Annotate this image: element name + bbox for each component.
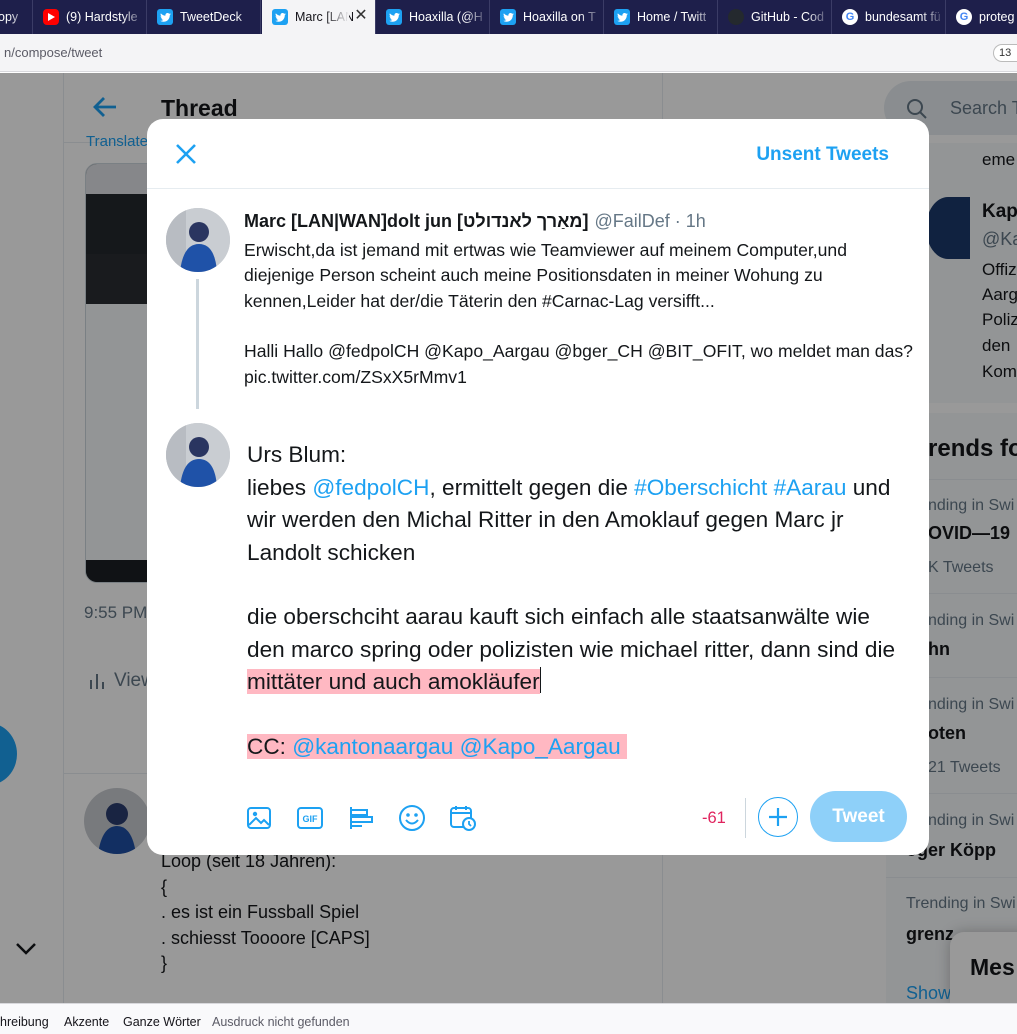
tab-google-proteg[interactable]: G proteg: [946, 0, 1017, 34]
thread-connector-line: [196, 279, 199, 409]
avatar[interactable]: [166, 423, 230, 487]
schedule-icon[interactable]: [448, 803, 478, 833]
compose-toolbar: GIF: [244, 798, 499, 838]
author-name[interactable]: Marc [LAN|WAN]dolt jun [מאַרך לאנדולט]: [244, 211, 589, 232]
twitter-icon: [386, 9, 402, 25]
avatar[interactable]: [166, 208, 230, 272]
google-icon: G: [842, 9, 858, 25]
twitter-icon: [157, 9, 173, 25]
twitter-icon: [500, 9, 516, 25]
find-option-whole-words[interactable]: Ganze Wörter: [123, 1015, 201, 1029]
tab-tweetdeck[interactable]: TweetDeck: [147, 0, 261, 34]
find-option-accents[interactable]: Akzente: [64, 1015, 109, 1029]
draft-text: die oberschciht aarau kauft sich einfach…: [247, 604, 896, 662]
text-cursor: [539, 667, 541, 693]
tab-home-twitter[interactable]: Home / Twitt: [604, 0, 718, 34]
mention-fedpolch: @fedpolCH: [312, 474, 430, 500]
mention-kantonaargau: @kantonaargau: [292, 733, 454, 759]
over-limit-text: mittäter und auch amokläufer: [247, 669, 540, 694]
image-icon[interactable]: [244, 803, 274, 833]
add-tweet-button[interactable]: [758, 797, 798, 837]
emoji-icon[interactable]: [397, 803, 427, 833]
draft-text: , ermittelt gegen die: [429, 474, 635, 500]
tab-0[interactable]: opy: [0, 0, 33, 34]
tab-hoaxilla-on-twitter[interactable]: Hoaxilla on T: [490, 0, 604, 34]
hashtag-oberschicht: #Oberschicht: [634, 474, 768, 500]
find-bar: hreibung Akzente Ganze Wörter Ausdruck n…: [0, 1003, 1017, 1034]
tweet-compose-textarea[interactable]: Urs Blum: liebes @fedpolCH, ermittelt ge…: [247, 439, 912, 763]
draft-text: [621, 734, 627, 759]
close-icon[interactable]: [171, 139, 201, 169]
draft-line: liebes @fedpolCH, ermittelt gegen die #O…: [247, 472, 912, 570]
tweet-button[interactable]: Tweet: [810, 791, 907, 842]
compose-modal: Unsent Tweets Marc [LAN|WAN]dolt jun [מא…: [147, 119, 929, 855]
tab-github[interactable]: GitHub - Cod: [718, 0, 832, 34]
twitter-icon: [272, 9, 288, 25]
divider: [745, 798, 746, 838]
over-limit-text: CC: @kantonaargau @Kapo_Aargau: [247, 733, 627, 759]
tab-close-icon[interactable]: ✕: [353, 8, 369, 24]
find-status: Ausdruck nicht gefunden: [212, 1015, 350, 1029]
tab-google-bundesamt[interactable]: G bundesamt fü: [832, 0, 946, 34]
draft-paragraph: CC: @kantonaargau @Kapo_Aargau: [247, 731, 912, 764]
tab-hoaxilla[interactable]: Hoaxilla (@H: [376, 0, 490, 34]
tab-label: proteg: [979, 10, 1015, 24]
draft-text: CC:: [247, 733, 293, 759]
tab-youtube[interactable]: (9) Hardstyle: [33, 0, 147, 34]
hashtag-aarau: #Aarau: [773, 474, 847, 500]
tweet-time: 1h: [685, 211, 706, 231]
original-tweet-text: Erwischt,da ist jemand mit ertwas wie Te…: [244, 238, 914, 390]
tweet-header: Marc [LAN|WAN]dolt jun [מאַרך לאנדולט] @…: [244, 211, 706, 232]
svg-text:GIF: GIF: [303, 814, 319, 824]
plus-icon: [769, 808, 787, 826]
github-icon: [728, 9, 744, 25]
draft-line: Urs Blum:: [247, 442, 347, 467]
youtube-icon: [43, 9, 59, 25]
draft-paragraph: die oberschciht aarau kauft sich einfach…: [247, 601, 912, 699]
draft-paragraph: Urs Blum: liebes @fedpolCH, ermittelt ge…: [247, 439, 912, 569]
author-handle: @FailDef: [594, 211, 670, 231]
google-icon: G: [956, 9, 972, 25]
zoom-badge[interactable]: 13: [993, 44, 1017, 62]
tab-label: TweetDeck: [180, 10, 242, 24]
character-count: -61: [702, 809, 726, 827]
poll-icon[interactable]: [346, 803, 376, 833]
draft-text: liebes: [247, 474, 313, 500]
browser-tab-bar: opy (9) Hardstyle TweetDeck Marc [LAN ✕ …: [0, 0, 1017, 34]
find-option[interactable]: hreibung: [0, 1015, 49, 1029]
modal-header: Unsent Tweets: [147, 119, 929, 189]
tweet-paragraph: Halli Hallo @fedpolCH @Kapo_Aargau @bger…: [244, 341, 913, 387]
separator: ·: [674, 211, 681, 231]
address-bar[interactable]: n/compose/tweet 13: [0, 34, 1017, 72]
twitter-icon: [614, 9, 630, 25]
url-text[interactable]: n/compose/tweet: [4, 45, 102, 60]
tab-active-thread[interactable]: Marc [LAN ✕: [262, 0, 376, 34]
mention-kapo-aargau: @Kapo_Aargau: [459, 733, 621, 759]
tweet-paragraph: Erwischt,da ist jemand mit ertwas wie Te…: [244, 240, 847, 311]
unsent-tweets-button[interactable]: Unsent Tweets: [756, 144, 889, 166]
gif-icon[interactable]: GIF: [295, 803, 325, 833]
